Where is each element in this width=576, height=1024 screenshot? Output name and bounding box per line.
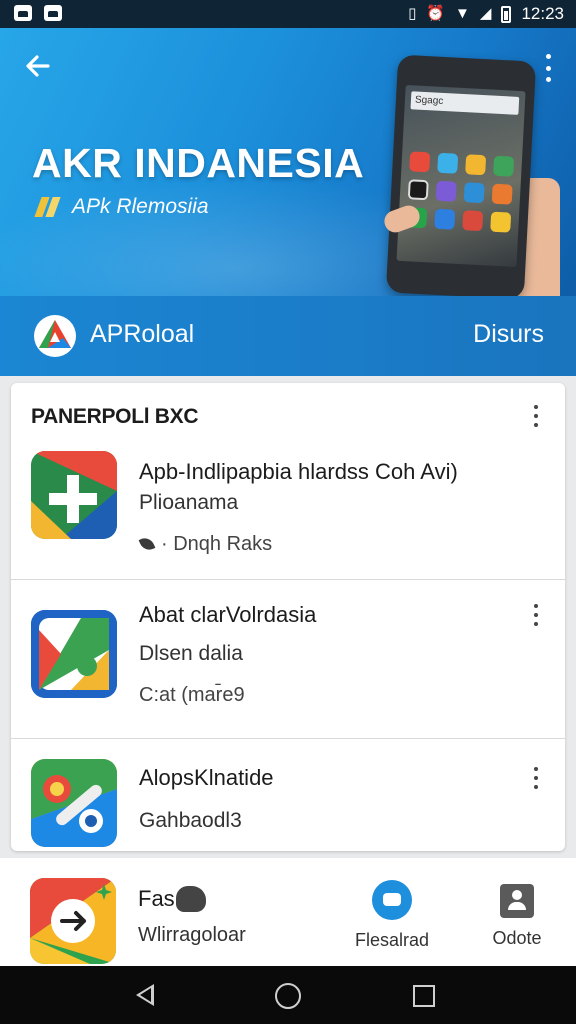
navigation-bar <box>0 966 576 1024</box>
tab-label: Flesalrad <box>354 930 430 950</box>
app-title: Abat clarVolrdasia <box>139 602 317 627</box>
tab-update[interactable]: Odote <box>467 880 567 949</box>
brand-slash-icon <box>34 197 64 217</box>
bottom-panel: Fas Wlirragoloar Flesalrad Odote <box>0 858 576 966</box>
publisher-action-link[interactable]: Disurs <box>473 320 544 349</box>
featured-app-title: Fas <box>138 886 175 911</box>
hero-title: AKR INDANESIA <box>32 140 365 186</box>
status-time: 12:23 <box>521 4 564 23</box>
phone-search-bar: Sgagc <box>410 91 520 115</box>
publisher-logo-icon <box>32 314 78 358</box>
featured-app-subtitle: Wlirragoloar <box>138 924 246 946</box>
signal-icon: ◢ <box>479 5 492 22</box>
vibrate-icon: ▯ <box>408 5 417 22</box>
palette-icon <box>176 886 206 912</box>
home-icon[interactable] <box>275 983 301 1009</box>
hero-subtitle-row: APk Rlemosiia <box>34 195 209 219</box>
app-meta: C:at (mar̄e9 <box>139 684 245 706</box>
recents-icon[interactable] <box>413 985 435 1007</box>
tab-label: Odote <box>492 928 542 948</box>
app-subtitle: Gahbaodl3 <box>139 809 242 832</box>
alarm-icon: ⏰ <box>426 5 446 22</box>
status-notifications <box>14 5 62 21</box>
screen: ▯ ⏰ ▼ ◢ 12:23 AKR INDANESIA APk Rlemosii… <box>0 0 576 1024</box>
update-icon <box>500 884 534 918</box>
app-meta: · Dnqh Raks <box>139 533 272 556</box>
cloud-notification-icon <box>44 5 62 21</box>
list-item[interactable]: Apb-Indlipapbia hlardss Coh Avi) Plioana… <box>11 383 565 580</box>
image-notification-icon <box>14 5 32 21</box>
app-subtitle: Plioanama <box>139 491 239 514</box>
tab-installed[interactable]: Flesalrad <box>342 880 442 951</box>
installed-icon <box>372 880 412 920</box>
phone-screen: Sgagc <box>396 84 526 268</box>
phone-body: Sgagc <box>385 54 537 296</box>
battery-icon <box>501 5 512 23</box>
hero-subtitle: APk Rlemosiia <box>72 195 209 218</box>
app-subtitle: Dlsen dalia <box>139 642 243 665</box>
app-meta-text: · Dnqh Raks <box>161 533 273 555</box>
arrow-left-icon <box>26 55 50 77</box>
phone-illustration: Sgagc <box>381 54 560 296</box>
item-menu-button[interactable] <box>530 767 542 789</box>
app-title: Apb-Indlipapbia hlardss Coh Avi) <box>139 459 458 484</box>
back-button[interactable] <box>22 50 58 86</box>
publisher-bar: APRoloal Disurs <box>0 296 576 376</box>
status-indicators: ▯ ⏰ ▼ ◢ 12:23 <box>408 4 564 24</box>
app-list-card: PANERPOLl BXC Apb-Indlipapbia hlardss Co… <box>11 383 565 851</box>
wifi-icon: ▼ <box>455 5 470 22</box>
app-title: AlopsKlnatide <box>139 765 274 790</box>
phone-app-grid <box>406 151 515 233</box>
app-icon-maps <box>31 610 117 698</box>
app-icon-plus <box>31 451 117 539</box>
status-bar: ▯ ⏰ ▼ ◢ 12:23 <box>0 0 576 28</box>
app-icon-brush <box>31 759 117 847</box>
publisher-name[interactable]: APRoloal <box>90 320 194 349</box>
app-icon-arrow[interactable] <box>30 878 116 964</box>
list-item[interactable]: AlopsKlnatide Gahbaodl3 <box>11 739 565 851</box>
item-menu-button[interactable] <box>530 604 542 626</box>
list-item[interactable]: Abat clarVolrdasia Dlsen dalia C:at (mar… <box>11 580 565 738</box>
leaf-icon <box>139 535 161 555</box>
back-icon[interactable] <box>136 984 154 1006</box>
hero-banner: AKR INDANESIA APk Rlemosiia Sgagc <box>0 28 576 296</box>
